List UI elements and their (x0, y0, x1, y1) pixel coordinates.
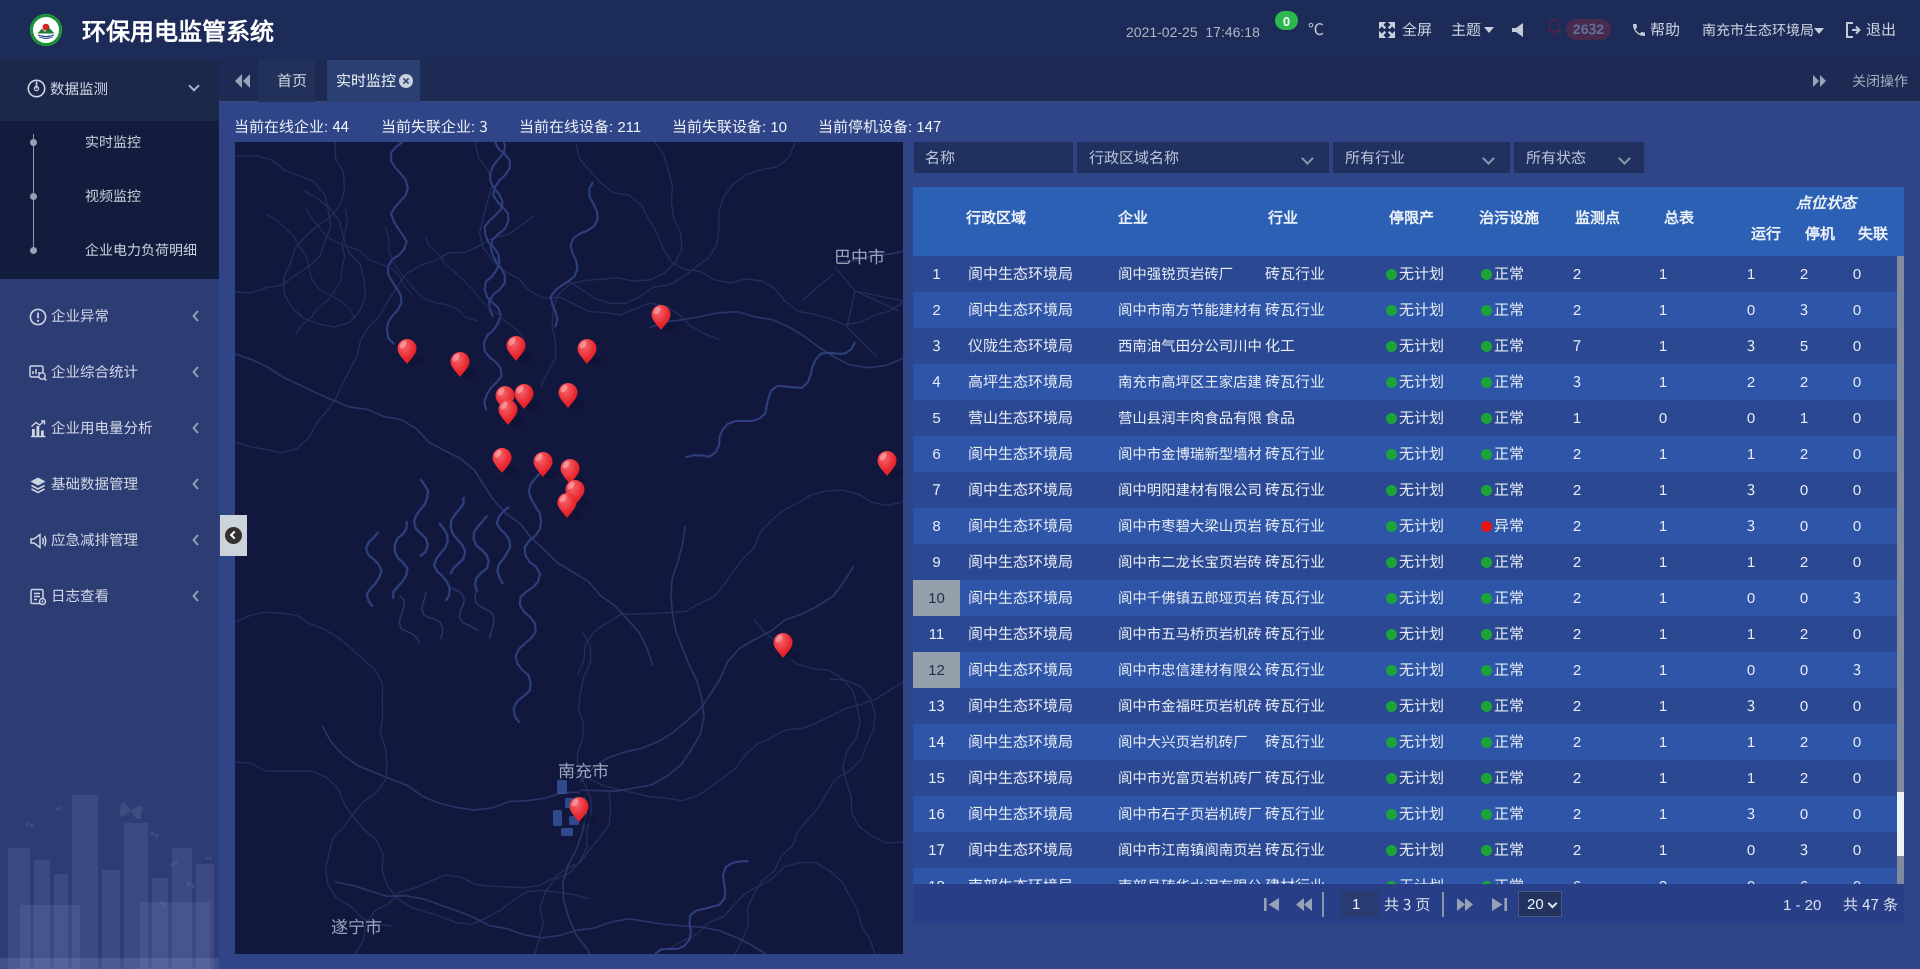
svg-text:巴中市: 巴中市 (834, 243, 885, 268)
svg-text:南充市: 南充市 (558, 757, 609, 782)
svg-text:遂宁市: 遂宁市 (331, 913, 382, 938)
